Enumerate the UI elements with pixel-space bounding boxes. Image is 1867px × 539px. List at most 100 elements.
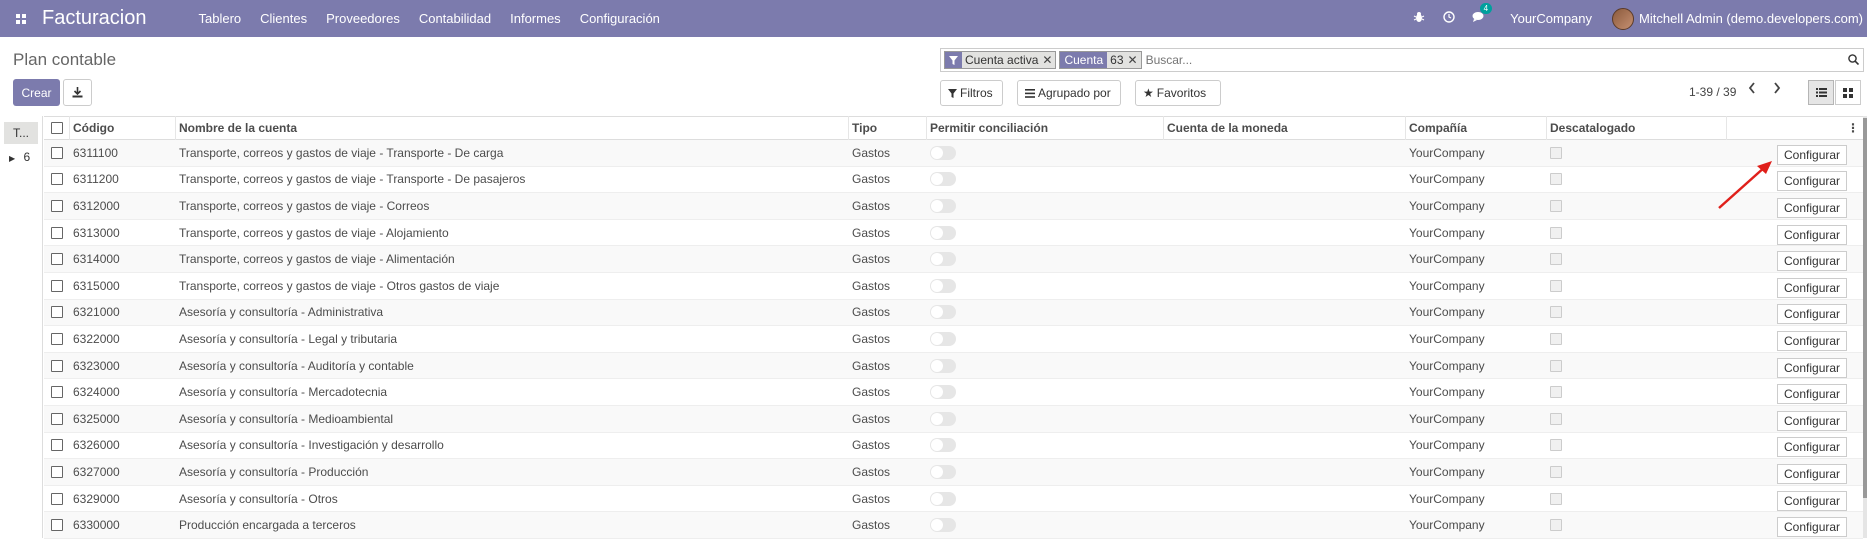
menu-contabilidad[interactable]: Contabilidad bbox=[419, 11, 491, 26]
column-header-deprecated[interactable]: Descatalogado bbox=[1547, 116, 1727, 140]
search-panel-category-active[interactable]: T... bbox=[4, 122, 38, 144]
pager-value[interactable]: 1-39 / 39 bbox=[1689, 85, 1736, 99]
configure-button[interactable]: Configurar bbox=[1777, 277, 1848, 298]
row-checkbox[interactable] bbox=[51, 412, 63, 425]
reconcile-toggle[interactable] bbox=[930, 411, 956, 426]
favorites-button[interactable]: ★ Favoritos bbox=[1135, 80, 1221, 106]
menu-proveedores[interactable]: Proveedores bbox=[326, 11, 400, 26]
row-checkbox[interactable] bbox=[51, 359, 63, 372]
kanban-view-icon[interactable] bbox=[1835, 80, 1861, 105]
reconcile-toggle[interactable] bbox=[930, 491, 956, 506]
configure-button[interactable]: Configurar bbox=[1777, 384, 1848, 405]
configure-button[interactable]: Configurar bbox=[1777, 224, 1848, 245]
app-brand[interactable]: Facturacion bbox=[42, 7, 147, 30]
download-icon[interactable] bbox=[63, 79, 92, 106]
row-checkbox[interactable] bbox=[51, 492, 63, 505]
reconcile-toggle[interactable] bbox=[930, 145, 956, 160]
comments-icon[interactable]: 4 bbox=[1464, 3, 1494, 26]
table-row[interactable]: 6311100 Transporte, correos y gastos de v… bbox=[44, 140, 1863, 167]
menu-configuracion[interactable]: Configuración bbox=[580, 11, 660, 26]
reconcile-toggle[interactable] bbox=[930, 358, 956, 373]
clock-icon[interactable] bbox=[1434, 11, 1464, 26]
configure-button[interactable]: Configurar bbox=[1777, 357, 1848, 378]
search-bar[interactable]: Cuenta activa ✕ Cuenta 63 ✕ bbox=[940, 48, 1864, 72]
row-checkbox[interactable] bbox=[51, 146, 63, 159]
configure-button[interactable]: Configurar bbox=[1777, 490, 1848, 511]
column-header-reconcile[interactable]: Permitir conciliación bbox=[927, 116, 1164, 140]
configure-button[interactable]: Configurar bbox=[1777, 517, 1848, 538]
row-checkbox[interactable] bbox=[51, 226, 63, 239]
column-header-type[interactable]: Tipo bbox=[849, 116, 927, 140]
reconcile-toggle[interactable] bbox=[930, 172, 956, 187]
facet-account[interactable]: Cuenta 63 ✕ bbox=[1059, 51, 1142, 69]
row-checkbox[interactable] bbox=[51, 386, 63, 399]
column-header-name[interactable]: Nombre de la cuenta bbox=[176, 116, 849, 140]
list-view-icon[interactable] bbox=[1808, 80, 1834, 105]
configure-button[interactable]: Configurar bbox=[1777, 410, 1848, 431]
search-input[interactable] bbox=[1145, 53, 1843, 67]
apps-grid-icon[interactable] bbox=[0, 0, 42, 37]
row-checkbox[interactable] bbox=[51, 173, 63, 186]
menu-tablero[interactable]: Tablero bbox=[199, 11, 242, 26]
menu-clientes[interactable]: Clientes bbox=[260, 11, 307, 26]
avatar[interactable] bbox=[1612, 7, 1635, 30]
row-checkbox[interactable] bbox=[51, 519, 63, 532]
reconcile-toggle[interactable] bbox=[930, 331, 956, 346]
bug-icon[interactable] bbox=[1404, 11, 1434, 26]
reconcile-toggle[interactable] bbox=[930, 438, 956, 453]
configure-button[interactable]: Configurar bbox=[1777, 330, 1848, 351]
search-icon[interactable] bbox=[1843, 53, 1863, 68]
optional-columns-toggle[interactable]: ⋮ bbox=[1727, 116, 1863, 140]
create-button[interactable]: Crear bbox=[13, 79, 60, 106]
menu-informes[interactable]: Informes bbox=[510, 11, 561, 26]
company-switcher[interactable]: YourCompany bbox=[1510, 11, 1592, 26]
table-row[interactable]: 6311200 Transporte, correos y gastos de v… bbox=[44, 167, 1863, 194]
reconcile-toggle[interactable] bbox=[930, 385, 956, 400]
table-row[interactable]: 6327000 Asesoría y consultoría - Producci… bbox=[44, 459, 1863, 486]
row-checkbox[interactable] bbox=[51, 253, 63, 266]
search-panel-category-item[interactable]: ▶ 6 bbox=[9, 150, 30, 164]
table-row[interactable]: 6312000 Transporte, correos y gastos de v… bbox=[44, 193, 1863, 220]
table-row[interactable]: 6330000 Producción encargada a terceros Ga… bbox=[44, 512, 1863, 539]
table-row[interactable]: 6325000 Asesoría y consultoría - Medioamb… bbox=[44, 405, 1863, 433]
table-row[interactable]: 6326000 Asesoría y consultoría - Investig… bbox=[44, 433, 1863, 460]
row-checkbox[interactable] bbox=[51, 439, 63, 452]
pager-previous-icon[interactable] bbox=[1748, 82, 1756, 97]
filters-button[interactable]: Filtros bbox=[940, 80, 1003, 106]
table-row[interactable]: 6313000 Transporte, correos y gastos de v… bbox=[44, 220, 1863, 247]
table-row[interactable]: 6324000 Asesoría y consultoría - Mercadot… bbox=[44, 379, 1863, 406]
remove-facet-icon[interactable]: ✕ bbox=[1126, 52, 1141, 68]
table-row[interactable]: 6329000 Asesoría y consultoría - Otros Gas… bbox=[44, 486, 1863, 513]
configure-button[interactable]: Configurar bbox=[1777, 437, 1848, 458]
select-all-checkbox[interactable] bbox=[50, 122, 63, 134]
configure-button[interactable]: Configurar bbox=[1777, 251, 1848, 272]
reconcile-toggle[interactable] bbox=[930, 225, 956, 240]
table-row[interactable]: 6321000 Asesoría y consultoría - Administ… bbox=[44, 299, 1863, 327]
row-checkbox[interactable] bbox=[51, 465, 63, 478]
pager-next-icon[interactable] bbox=[1773, 82, 1781, 97]
facet-active-account[interactable]: Cuenta activa ✕ bbox=[944, 51, 1057, 69]
column-header-company[interactable]: Compañía bbox=[1406, 116, 1547, 140]
configure-button[interactable]: Configurar bbox=[1777, 144, 1848, 165]
row-checkbox[interactable] bbox=[51, 332, 63, 345]
table-row[interactable]: 6315000 Transporte, correos y gastos de v… bbox=[44, 273, 1863, 300]
row-checkbox[interactable] bbox=[51, 279, 63, 292]
scrollbar-thumb[interactable] bbox=[1863, 118, 1867, 498]
remove-facet-icon[interactable]: ✕ bbox=[1041, 52, 1056, 68]
configure-button[interactable]: Configurar bbox=[1777, 304, 1848, 325]
configure-button[interactable]: Configurar bbox=[1777, 171, 1848, 192]
reconcile-toggle[interactable] bbox=[930, 198, 956, 213]
table-row[interactable]: 6323000 Asesoría y consultoría - Auditorí… bbox=[44, 352, 1863, 380]
reconcile-toggle[interactable] bbox=[930, 464, 956, 479]
table-row[interactable]: 6322000 Asesoría y consultoría - Legal y … bbox=[44, 326, 1863, 353]
user-menu[interactable]: Mitchell Admin (demo.developers.com) bbox=[1639, 11, 1863, 26]
configure-button[interactable]: Configurar bbox=[1777, 197, 1848, 218]
row-checkbox[interactable] bbox=[51, 306, 63, 319]
reconcile-toggle[interactable] bbox=[930, 252, 956, 267]
row-checkbox[interactable] bbox=[51, 199, 63, 212]
reconcile-toggle[interactable] bbox=[930, 518, 956, 533]
table-row[interactable]: 6314000 Transporte, correos y gastos de v… bbox=[44, 246, 1863, 273]
column-header-code[interactable]: Código bbox=[70, 116, 176, 140]
reconcile-toggle[interactable] bbox=[930, 278, 956, 293]
reconcile-toggle[interactable] bbox=[930, 305, 956, 320]
